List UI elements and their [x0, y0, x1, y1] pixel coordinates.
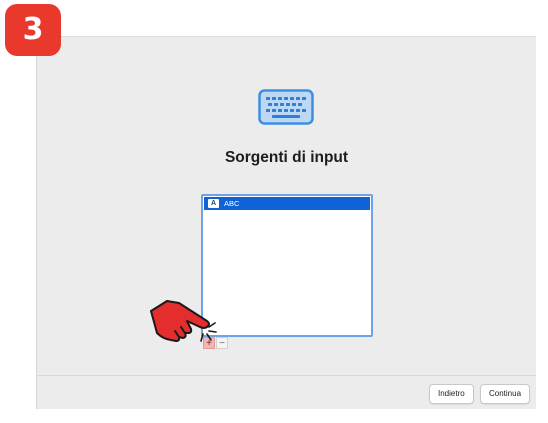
- list-item[interactable]: A ABC: [204, 197, 370, 210]
- step-number-badge: 3: [5, 4, 61, 56]
- setup-assistant-window: Sorgenti di input A ABC + − Indietro Con…: [36, 36, 536, 409]
- input-source-flag-icon: A: [208, 199, 219, 208]
- page-title: Sorgenti di input: [224, 149, 349, 166]
- input-sources-list[interactable]: A ABC: [201, 194, 373, 337]
- continue-button[interactable]: Continua: [480, 384, 531, 404]
- input-source-label: ABC: [224, 199, 240, 208]
- keyboard-icon: [258, 89, 314, 130]
- remove-source-button[interactable]: −: [216, 337, 228, 349]
- back-button[interactable]: Indietro: [429, 384, 474, 404]
- pointing-hand-icon: [145, 293, 217, 354]
- tutorial-screenshot: 3 Sorgenti di input A ABC + − Indietro C…: [0, 0, 548, 423]
- footer-divider: [37, 375, 536, 376]
